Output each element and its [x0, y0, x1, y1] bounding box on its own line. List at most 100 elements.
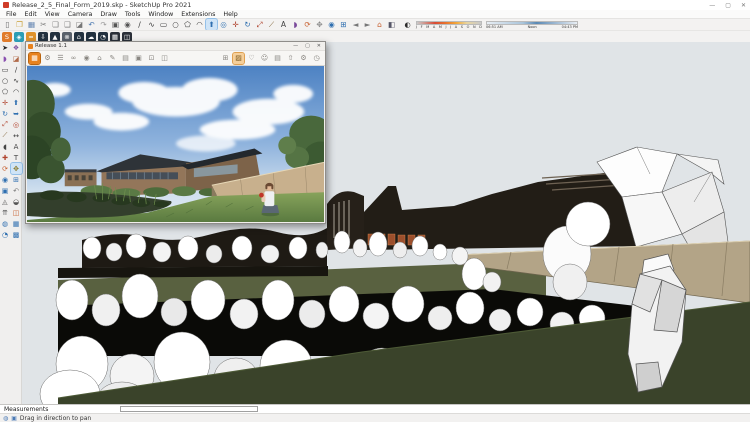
plugin-camera-icon[interactable]: ◔: [98, 32, 108, 42]
add-location-tool[interactable]: ◍: [0, 218, 11, 229]
protractor-tool[interactable]: ◖: [0, 141, 11, 152]
previous-view-icon[interactable]: ◄: [350, 19, 361, 30]
menu-draw[interactable]: Draw: [96, 11, 120, 18]
render-grid-icon[interactable]: ⊞: [220, 53, 231, 64]
render-frame-icon[interactable]: ▣: [133, 53, 144, 64]
text-tool[interactable]: A: [11, 141, 22, 152]
circle-tool-icon[interactable]: ○: [170, 19, 181, 30]
follow-me-tool[interactable]: ➥: [11, 108, 22, 119]
geolocation-icon[interactable]: ◍: [3, 415, 8, 422]
model-info-icon[interactable]: ◉: [122, 19, 133, 30]
look-around-tool[interactable]: ◒: [11, 196, 22, 207]
plugin-panel-icon[interactable]: ▦: [110, 32, 120, 42]
orbit-tool[interactable]: ⟳: [0, 163, 11, 174]
render-print-icon[interactable]: ▤: [272, 53, 283, 64]
make-component-tool[interactable]: ❖: [11, 42, 22, 53]
save-icon[interactable]: ▦: [26, 19, 37, 30]
zoom-extents-icon[interactable]: ⊞: [338, 19, 349, 30]
orbit-tool-icon[interactable]: ⟳: [302, 19, 313, 30]
render-window[interactable]: Release 1.1 — ▢ ✕ ▦⚙☰∞◉⌂✎▤▣⊡◫ ⊞▨♡☺▤⇧⚙◷: [25, 41, 326, 224]
render-lens-icon[interactable]: ◉: [81, 53, 92, 64]
menu-file[interactable]: File: [2, 11, 21, 18]
render-compare-icon[interactable]: ◫: [159, 53, 170, 64]
open-icon[interactable]: ❐: [14, 19, 25, 30]
close-button[interactable]: ✕: [741, 2, 746, 9]
tape-measure-icon[interactable]: ⟋: [266, 19, 277, 30]
section-plane-tool[interactable]: ◫: [11, 207, 22, 218]
menu-edit[interactable]: Edit: [21, 11, 41, 18]
pushpull-tool[interactable]: ⬆: [11, 97, 22, 108]
zoom-window-tool[interactable]: ⊞: [11, 174, 22, 185]
select-tool[interactable]: ➤: [0, 42, 11, 53]
plugin-terrain-icon[interactable]: ≈: [26, 32, 36, 42]
scale-tool-icon[interactable]: ⤢: [254, 19, 265, 30]
rectangle-tool[interactable]: ▭: [0, 64, 11, 75]
undo-icon[interactable]: ↶: [86, 19, 97, 30]
shadows-toggle-icon[interactable]: ◐: [403, 20, 412, 29]
render-edit-icon[interactable]: ✎: [107, 53, 118, 64]
scale-tool[interactable]: ⤢: [0, 119, 11, 130]
tape-measure-tool[interactable]: ⟋: [0, 130, 11, 141]
cut-icon[interactable]: ✂: [38, 19, 49, 30]
zoom-extents-tool[interactable]: ▣: [0, 185, 11, 196]
render-scene-icon[interactable]: ▦: [29, 53, 40, 64]
plugin-home-icon[interactable]: ⌂: [74, 32, 84, 42]
render-portrait-icon[interactable]: ☺: [259, 53, 270, 64]
styles-icon[interactable]: ◧: [386, 19, 397, 30]
render-close-button[interactable]: ✕: [317, 43, 321, 49]
render-link-icon[interactable]: ∞: [68, 53, 79, 64]
render-material-icon[interactable]: ▤: [120, 53, 131, 64]
render-sun-icon[interactable]: ▨: [233, 53, 244, 64]
zoom-tool[interactable]: ◉: [0, 174, 11, 185]
rotate-tool[interactable]: ↻: [0, 108, 11, 119]
render-export-icon[interactable]: ⇧: [285, 53, 296, 64]
menu-help[interactable]: Help: [219, 11, 241, 18]
render-minimize-button[interactable]: —: [293, 43, 298, 49]
freehand-tool[interactable]: ∿: [11, 75, 22, 86]
rotate-tool-icon[interactable]: ↻: [242, 19, 253, 30]
render-history-icon[interactable]: ◷: [311, 53, 322, 64]
plugin-library-icon[interactable]: ⇩: [38, 32, 48, 42]
freehand-tool-icon[interactable]: ∿: [146, 19, 157, 30]
line-tool-icon[interactable]: ∕: [134, 19, 145, 30]
preferences-tool[interactable]: ▩: [11, 229, 22, 240]
paste-icon[interactable]: ❑: [62, 19, 73, 30]
render-region-icon[interactable]: ⊡: [146, 53, 157, 64]
render-options-icon[interactable]: ⚙: [298, 53, 309, 64]
polygon-tool[interactable]: ⬠: [0, 86, 11, 97]
line-tool[interactable]: ∕: [11, 64, 22, 75]
circle-tool[interactable]: ○: [0, 75, 11, 86]
plugin-cloud-icon[interactable]: ☁: [86, 32, 96, 42]
shadow-date-slider[interactable]: JFMAMJJASOND: [416, 21, 482, 29]
menu-view[interactable]: View: [41, 11, 64, 18]
render-settings-icon[interactable]: ⚙: [42, 53, 53, 64]
copy-icon[interactable]: ❏: [50, 19, 61, 30]
render-list-icon[interactable]: ☰: [55, 53, 66, 64]
render-favorite-icon[interactable]: ♡: [246, 53, 257, 64]
position-camera-tool[interactable]: ◬: [0, 196, 11, 207]
shadow-time-slider[interactable]: 06:51 AM Noon 04:43 PM: [486, 21, 578, 29]
axes-tool[interactable]: ✚: [0, 152, 11, 163]
paint-bucket-tool[interactable]: ◗: [0, 53, 11, 64]
offset-tool[interactable]: ◎: [11, 119, 22, 130]
toggle-terrain-tool[interactable]: ▦: [11, 218, 22, 229]
plugin-upload-icon[interactable]: ▲: [50, 32, 60, 42]
eraser-tool[interactable]: ◪: [11, 53, 22, 64]
pan-tool[interactable]: ✥: [11, 163, 22, 174]
redo-icon[interactable]: ↷: [98, 19, 109, 30]
next-view-icon[interactable]: ►: [362, 19, 373, 30]
dimension-tool[interactable]: ↔: [11, 130, 22, 141]
menu-camera[interactable]: Camera: [64, 11, 97, 18]
arc-tool[interactable]: ◠: [11, 86, 22, 97]
3d-text-tool[interactable]: T: [11, 152, 22, 163]
minimize-button[interactable]: —: [709, 2, 715, 9]
pan-tool-icon[interactable]: ✥: [314, 19, 325, 30]
photo-textures-tool[interactable]: ◔: [0, 229, 11, 240]
previous-view-tool[interactable]: ↶: [11, 185, 22, 196]
maximize-button[interactable]: ▢: [725, 2, 731, 9]
polygon-tool-icon[interactable]: ⬠: [182, 19, 193, 30]
print-icon[interactable]: ▣: [110, 19, 121, 30]
move-tool[interactable]: ✛: [0, 97, 11, 108]
offset-tool-icon[interactable]: ◎: [218, 19, 229, 30]
menu-extensions[interactable]: Extensions: [177, 11, 219, 18]
